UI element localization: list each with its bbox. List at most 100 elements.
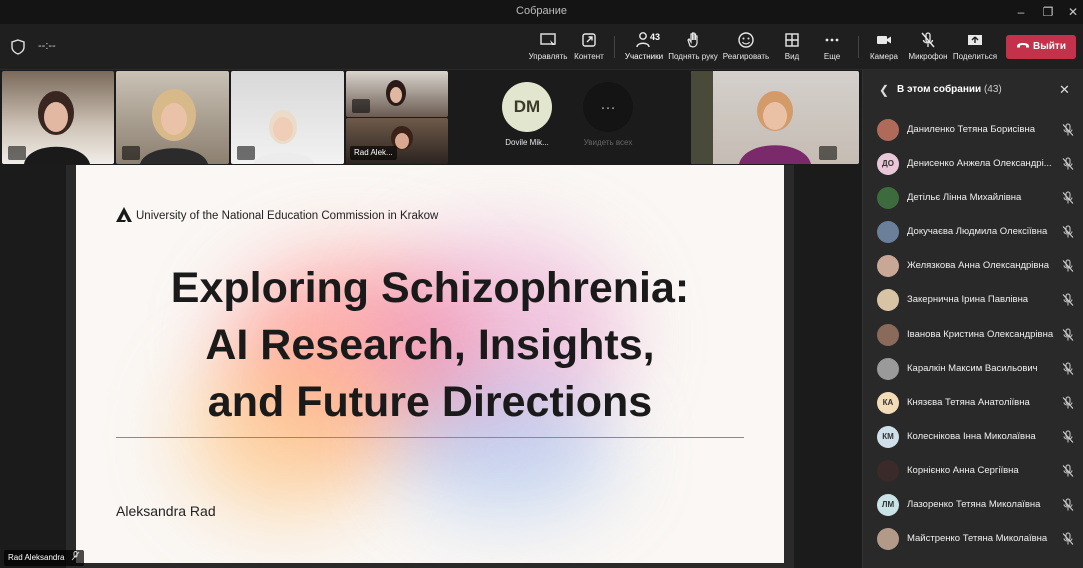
participant-video-tile[interactable] (691, 71, 859, 164)
avatar: ДО (877, 153, 899, 176)
participant-row[interactable]: Корнієнко Анна Сергіївна (863, 454, 1083, 488)
avatar-name: Dovile Mik... (505, 138, 549, 147)
share-screen-icon (968, 35, 982, 45)
participant-row[interactable]: Майстренко Тетяна Миколаївна (863, 522, 1083, 556)
participant-name: Детільє Лінна Михайлівна (907, 192, 1022, 204)
window-titlebar: Собрание – ❐ ✕ (0, 0, 1083, 24)
avatar (877, 221, 899, 244)
self-name: Rad Aleksandra (8, 553, 65, 562)
participant-row[interactable]: Закернична Ірина Павлівна (863, 283, 1083, 317)
participant-row[interactable]: Детільє Лінна Михайлівна (863, 181, 1083, 215)
maximize-icon[interactable]: ❐ (1035, 3, 1061, 21)
slide-title-line-1: Exploring Schizophrenia: (170, 264, 690, 312)
mic-off-icon (71, 551, 80, 561)
mic-off-icon (1062, 191, 1074, 205)
mic-off-icon (1062, 157, 1074, 170)
participant-name: Іванова Кристина Олександрівна (907, 328, 1054, 340)
minimize-icon[interactable]: – (1008, 3, 1034, 21)
mic-off-icon (1062, 396, 1074, 409)
content-button[interactable]: Контент (563, 30, 615, 66)
participants-panel: ❮ В этом собрании (43) ✕ Даниленко Тетян… (862, 70, 1083, 568)
back-arrow-icon[interactable]: ❮ (879, 83, 889, 97)
close-panel-icon[interactable]: ✕ (1059, 82, 1070, 98)
slide-author: Aleksandra Rad (116, 503, 216, 519)
participant-video-tile-rad[interactable]: Rad Alek... (346, 118, 448, 164)
mic-off-icon (352, 99, 370, 113)
shared-screen: University of the National Education Com… (66, 165, 794, 568)
avatar: КМ (877, 425, 899, 448)
participant-name: Желязкова Анна Олександрівна (907, 260, 1049, 272)
participant-name: Лазоренко Тетяна Миколаївна (907, 499, 1041, 511)
participant-row[interactable]: КМ Колеснікова Інна Миколаївна (863, 420, 1083, 454)
mic-off-icon (1062, 498, 1074, 511)
mic-off-icon (1062, 259, 1074, 273)
smiley-icon (738, 32, 754, 48)
avatar: КА (877, 391, 899, 414)
more-button[interactable]: Еще (806, 30, 858, 66)
close-window-icon[interactable]: ✕ (1060, 3, 1083, 21)
slide-title: Exploring Schizophrenia: AI Research, In… (120, 260, 740, 431)
avatar (877, 323, 899, 346)
participant-video-tile[interactable] (346, 71, 448, 117)
participant-row[interactable]: Іванова Кристина Олександрівна (863, 318, 1083, 352)
hand-icon (687, 32, 698, 48)
mic-off-icon (1062, 123, 1074, 136)
mic-off-icon (1062, 464, 1074, 477)
participant-row[interactable]: Даниленко Тетяна Борисівна (863, 113, 1083, 147)
participant-video-tile[interactable] (2, 71, 114, 164)
see-all-tile[interactable]: … Увидеть всех (566, 82, 650, 147)
participant-name: Закернична Ірина Павлівна (907, 294, 1029, 306)
avatar (877, 187, 899, 210)
participant-row[interactable]: КА Князєва Тетяна Анатоліївна (863, 386, 1083, 420)
participant-row[interactable]: Докучаєва Людмила Олексіївна (863, 215, 1083, 249)
mic-off-icon (122, 146, 140, 160)
panel-title-text: В этом собрании (897, 84, 982, 95)
panel-header: ❮ В этом собрании (43) ✕ (863, 70, 1083, 110)
avatar (877, 459, 899, 482)
participant-name: Корнієнко Анна Сергіївна (907, 464, 1019, 476)
participants-label: Участники (624, 52, 664, 61)
content-label: Контент (574, 52, 604, 61)
participant-video-tile[interactable] (231, 71, 344, 164)
microphone-label: Микрофон (908, 52, 948, 61)
shield-icon (11, 39, 25, 55)
slide-divider (116, 437, 744, 438)
university-logo-icon (116, 207, 132, 222)
participant-name: Даниленко Тетяна Борисівна (907, 124, 1035, 135)
participant-row[interactable]: Каралкін Максим Васильович (863, 352, 1083, 386)
avatar-initials: DM (502, 82, 552, 132)
participant-name: Докучаєва Людмила Олексіївна (907, 226, 1048, 238)
share-button[interactable]: Поделиться (949, 30, 1001, 66)
raise-hand-button[interactable]: Поднять руку (667, 30, 719, 66)
meeting-toolbar: --:-- Управлять Контент 43 Участники Под… (0, 24, 1083, 72)
leave-button[interactable]: Выйти (1006, 35, 1076, 59)
microphone-button[interactable]: Микрофон (902, 30, 954, 66)
participant-name: Денисенко Анжела Олександрі... (907, 158, 1052, 170)
participants-count: 43 (650, 32, 661, 42)
participants-button[interactable]: 43 Участники (618, 30, 670, 72)
raise-hand-label: Поднять руку (668, 52, 718, 61)
university-name: University of the National Education Com… (136, 210, 439, 222)
avatar (877, 255, 899, 278)
participant-name: Колеснікова Інна Миколаївна (907, 430, 1036, 442)
grid-view-icon (785, 33, 799, 47)
react-button[interactable]: Реагировать (720, 30, 772, 66)
window-title: Собрание (516, 5, 567, 17)
mic-off-icon (921, 32, 935, 48)
participant-row[interactable]: Желязкова Анна Олександрівна (863, 249, 1083, 283)
tile-nameplate: Rad Alek... (350, 146, 397, 160)
panel-title: В этом собрании (43) (897, 84, 1002, 95)
self-name-tag: Rad Aleksandra (4, 550, 84, 566)
participant-row[interactable]: ЛМ Лазоренко Тетяна Миколаївна (863, 488, 1083, 522)
camera-icon (877, 36, 891, 44)
participant-video-tile[interactable] (116, 71, 229, 164)
participant-row[interactable]: ДО Денисенко Анжела Олександрі... (863, 147, 1083, 181)
mic-off-icon (1062, 362, 1074, 375)
toolbar-divider (614, 36, 615, 58)
slide-title-line-2: AI Research, Insights, (205, 321, 655, 369)
mic-off-icon (1062, 225, 1074, 239)
see-all-label: Увидеть всех (583, 138, 633, 147)
participant-name: Каралкін Максим Васильович (907, 362, 1038, 374)
panel-count: (43) (983, 84, 1002, 95)
participant-avatar-tile[interactable]: DM Dovile Mik... (480, 82, 574, 147)
